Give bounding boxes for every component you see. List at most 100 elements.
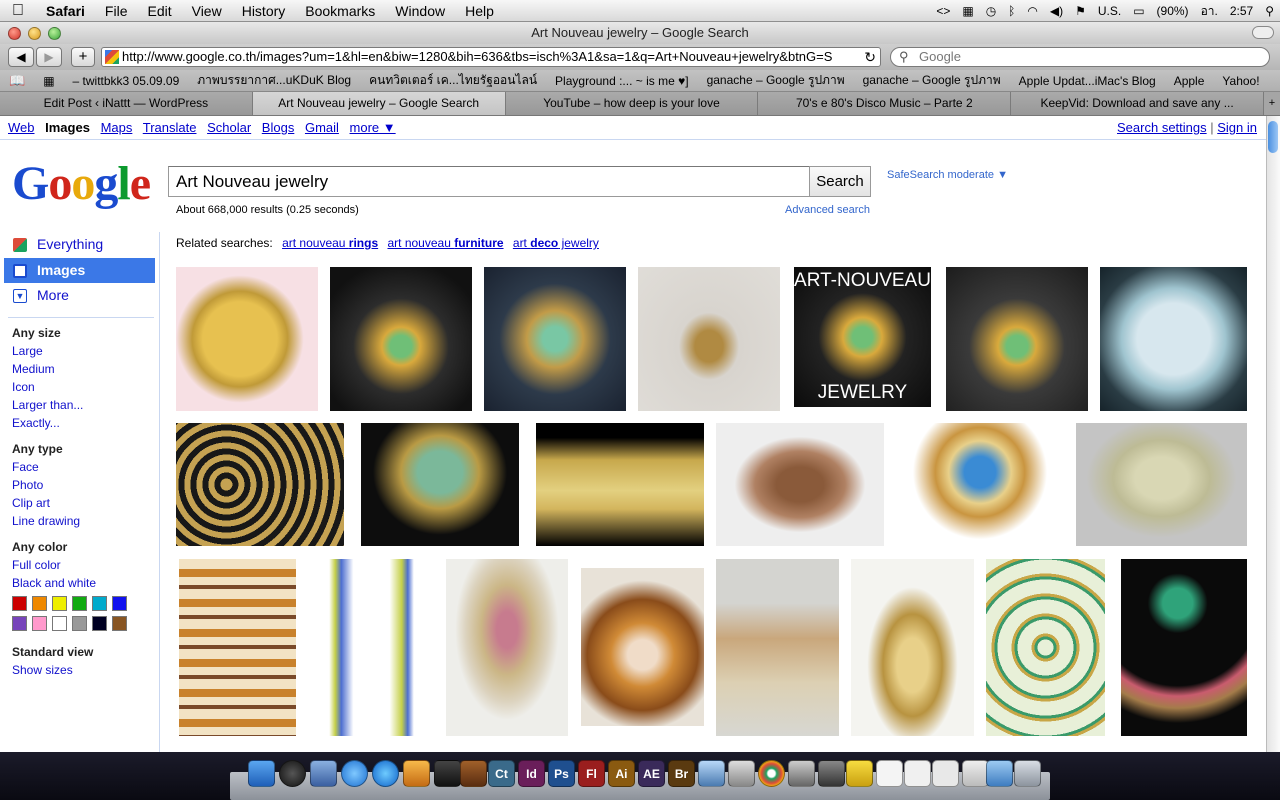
color-swatch[interactable]	[112, 616, 127, 631]
size-medium[interactable]: Medium	[12, 362, 55, 376]
image-result[interactable]	[1121, 559, 1247, 736]
menu-app[interactable]: Safari	[36, 0, 95, 22]
add-bookmark-button[interactable]: +	[71, 47, 95, 67]
image-result[interactable]	[896, 423, 1064, 546]
mode-everything[interactable]: Everything	[4, 232, 155, 257]
color-swatch[interactable]	[12, 596, 27, 611]
bookmark-item[interactable]: ganache – Google รูปภาพ	[698, 71, 854, 90]
flash-icon[interactable]: Fl	[578, 760, 605, 787]
reading-list-icon[interactable]: 📖	[0, 73, 34, 89]
image-result[interactable]	[716, 423, 884, 546]
utility-icon[interactable]	[818, 760, 845, 787]
close-window-icon[interactable]	[8, 27, 21, 40]
menu-history[interactable]: History	[232, 0, 296, 22]
search-settings-link[interactable]: Search settings	[1117, 120, 1207, 135]
new-tab-icon[interactable]: +	[1263, 92, 1280, 115]
bridge-icon[interactable]: Br	[668, 760, 695, 787]
contribute-icon[interactable]: Ct	[488, 760, 515, 787]
image-result[interactable]	[716, 559, 839, 736]
image-result[interactable]	[330, 267, 472, 411]
size-icon[interactable]: Icon	[12, 380, 35, 394]
back-button[interactable]: ◀	[8, 47, 34, 67]
scrollbar-thumb[interactable]	[1268, 121, 1278, 153]
apple-menu-icon[interactable]: 	[0, 0, 36, 22]
zoom-window-icon[interactable]	[48, 27, 61, 40]
stickies-icon[interactable]	[932, 760, 959, 787]
minimize-window-icon[interactable]	[28, 27, 41, 40]
mode-images[interactable]: Images	[4, 258, 155, 283]
type-clip-art[interactable]: Clip art	[12, 496, 50, 510]
image-result[interactable]	[176, 423, 344, 546]
tab-keepvid[interactable]: KeepVid: Download and save any ...	[1011, 92, 1264, 115]
vertical-scrollbar[interactable]	[1266, 116, 1280, 752]
related-link[interactable]: art deco jewelry	[513, 236, 599, 250]
toolbar-toggle-icon[interactable]	[1252, 26, 1274, 39]
color-swatch[interactable]	[32, 596, 47, 611]
image-result[interactable]	[581, 568, 704, 726]
reload-icon[interactable]: ↻	[864, 48, 876, 66]
google-logo[interactable]: Google	[12, 156, 151, 211]
image-result[interactable]	[361, 423, 519, 546]
related-link[interactable]: art nouveau rings	[282, 236, 378, 250]
spotlight-icon[interactable]: ⚲	[1259, 0, 1280, 22]
bookmark-item[interactable]: Apple	[1165, 74, 1214, 88]
search-button[interactable]: Search	[809, 166, 871, 197]
color-swatch[interactable]	[52, 616, 67, 631]
indesign-icon[interactable]: Id	[518, 760, 545, 787]
show-sizes-link[interactable]: Show sizes	[12, 663, 73, 677]
bookmark-item[interactable]: คนทวิตเตอร์ เค...ไทยรัฐออนไลน์	[360, 71, 546, 90]
preview-icon[interactable]	[698, 760, 725, 787]
input-source[interactable]: U.S.	[1092, 0, 1127, 22]
size-larger-than[interactable]: Larger than...	[12, 398, 83, 412]
dashboard-icon[interactable]: ▦	[956, 0, 979, 22]
mail-icon[interactable]	[310, 760, 337, 787]
image-result[interactable]	[311, 559, 432, 736]
bookmark-item[interactable]: ganache – Google รูปภาพ	[854, 71, 1010, 90]
finder-icon[interactable]	[248, 760, 275, 787]
image-result[interactable]	[946, 267, 1088, 411]
sign-in-link[interactable]: Sign in	[1217, 120, 1257, 135]
sync-icon[interactable]: <>	[930, 0, 956, 22]
adium-icon[interactable]	[846, 760, 873, 787]
image-result[interactable]	[1100, 267, 1247, 411]
flag-icon[interactable]: ⚑	[1069, 0, 1092, 22]
tab-google-search[interactable]: Art Nouveau jewelry – Google Search	[252, 92, 506, 115]
photoshop-icon[interactable]: Ps	[548, 760, 575, 787]
image-result[interactable]	[638, 267, 780, 411]
bluetooth-icon[interactable]: ᛒ	[1002, 0, 1021, 22]
volume-icon[interactable]: ◀)	[1044, 0, 1069, 22]
gbar-scholar[interactable]: Scholar	[207, 120, 251, 135]
menu-file[interactable]: File	[95, 0, 138, 22]
image-result[interactable]	[986, 559, 1105, 736]
gbar-gmail[interactable]: Gmail	[305, 120, 339, 135]
gbar-maps[interactable]: Maps	[101, 120, 133, 135]
gbar-blogs[interactable]: Blogs	[262, 120, 295, 135]
bookmark-item[interactable]: ภาพบรรยากาศ...uKDuK Blog	[188, 71, 360, 90]
address-bar[interactable]: http://www.google.co.th/images?um=1&hl=e…	[101, 47, 881, 67]
itunes-icon[interactable]	[372, 760, 399, 787]
menu-edit[interactable]: Edit	[137, 0, 181, 22]
gbar-web[interactable]: Web	[8, 120, 35, 135]
gbar-images[interactable]: Images	[45, 120, 90, 135]
type-photo[interactable]: Photo	[12, 478, 43, 492]
color-swatch[interactable]	[72, 616, 87, 631]
image-result[interactable]	[536, 423, 704, 546]
trash-icon[interactable]	[1014, 760, 1041, 787]
menu-view[interactable]: View	[182, 0, 232, 22]
illustrator-icon[interactable]: Ai	[608, 760, 635, 787]
menu-window[interactable]: Window	[385, 0, 455, 22]
tab-disco-music[interactable]: 70's e 80's Disco Music – Parte 2	[758, 92, 1012, 115]
image-result[interactable]	[446, 559, 568, 736]
bookmark-item[interactable]: Yahoo!	[1213, 74, 1268, 88]
battery-icon[interactable]: ▭	[1127, 0, 1150, 22]
color-swatch[interactable]	[52, 596, 67, 611]
mode-more[interactable]: ▼ More	[4, 283, 155, 308]
gbar-translate[interactable]: Translate	[143, 120, 197, 135]
color-swatch[interactable]	[32, 616, 47, 631]
image-result[interactable]	[1076, 423, 1247, 546]
menu-bookmarks[interactable]: Bookmarks	[295, 0, 385, 22]
image-result[interactable]	[176, 267, 318, 411]
clock-time[interactable]: 2:57	[1224, 0, 1259, 22]
time-machine-icon[interactable]: ◷	[980, 0, 1002, 22]
related-link[interactable]: art nouveau furniture	[387, 236, 503, 250]
